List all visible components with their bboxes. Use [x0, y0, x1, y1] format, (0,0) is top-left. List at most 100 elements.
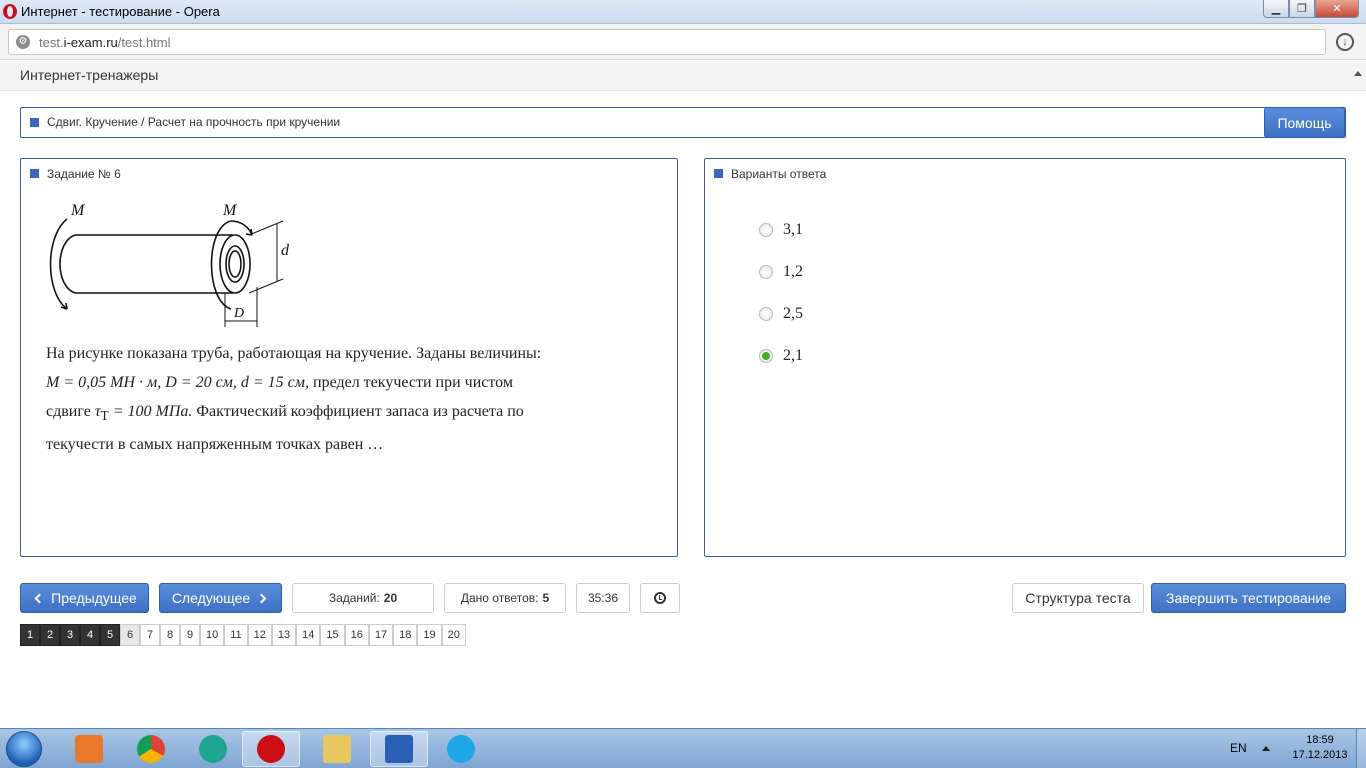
pager-item-13[interactable]: 13	[271, 624, 297, 646]
site-brand[interactable]: Интернет-тренажеры	[20, 67, 158, 83]
next-button[interactable]: Следующее	[159, 583, 282, 613]
question-line-1: На рисунке показана труба, работающая на…	[46, 345, 542, 362]
pager-item-7[interactable]: 7	[140, 624, 160, 646]
answer-radio-3[interactable]	[759, 307, 773, 321]
window-controls: ▁ ❐ ✕	[1263, 0, 1359, 18]
clock-icon	[654, 592, 666, 604]
tasks-count-box: Заданий: 20	[292, 583, 434, 613]
pager-item-20[interactable]: 20	[441, 624, 466, 646]
pager-item-12[interactable]: 12	[247, 624, 272, 646]
yield-stress-math: = 100 МПа.	[112, 403, 193, 420]
pager-item-4[interactable]: 4	[80, 624, 100, 646]
question-line-2-text: предел текучести при чистом	[313, 374, 513, 391]
site-header: Интернет-тренажеры	[0, 61, 1366, 91]
taskbar-skype[interactable]	[432, 731, 490, 767]
answer-radio-2[interactable]	[759, 265, 773, 279]
language-indicator[interactable]: EN	[1230, 741, 1247, 755]
answered-count-value: 5	[542, 591, 550, 605]
question-line-3-text-a: сдвиге	[46, 403, 91, 420]
taskbar-chrome[interactable]	[122, 731, 180, 767]
tray-clock[interactable]: 18:59 17.12.2013	[1290, 733, 1350, 763]
pager-item-3[interactable]: 3	[60, 624, 80, 646]
answers-title: Варианты ответа	[731, 167, 827, 181]
taskbar-media-player[interactable]	[60, 731, 118, 767]
answer-radio-1[interactable]	[759, 223, 773, 237]
answer-option-1[interactable]: 3,1	[759, 221, 803, 239]
pager-item-1[interactable]: 1	[20, 624, 40, 646]
answer-option-4[interactable]: 2,1	[759, 347, 803, 365]
question-pager: 1 2 3 4 5 6 7 8 9 10 11 12 13 14 15 16 17 18 19 20	[20, 624, 466, 646]
finish-test-button[interactable]: Завершить тестирование	[1151, 583, 1346, 613]
media-player-icon	[75, 735, 103, 763]
site-info-icon[interactable]: ⚙	[16, 35, 30, 49]
tray-expand-icon[interactable]	[1262, 746, 1270, 751]
folder-icon	[323, 735, 351, 763]
opera-taskbar-icon	[257, 735, 285, 763]
square-bullet-icon	[714, 169, 723, 178]
tau-subscript: Т	[100, 408, 109, 424]
pager-item-19[interactable]: 19	[417, 624, 442, 646]
window-titlebar: Интернет - тестирование - Opera ▁ ❐ ✕	[0, 0, 1366, 24]
url-field[interactable]: ⚙ test.i-exam.ru/test.html	[8, 29, 1326, 55]
tasks-count-value: 20	[383, 591, 398, 605]
timer-display: 35:36	[576, 583, 630, 613]
answered-count-box: Дано ответов: 5	[444, 583, 566, 613]
task-title: Задание № 6	[47, 167, 121, 181]
scroll-up-icon[interactable]	[1354, 71, 1362, 76]
tray-date: 17.12.2013	[1292, 749, 1348, 761]
pager-item-14[interactable]: 14	[296, 624, 321, 646]
question-line-4: текучести в самых напряженным точках рав…	[46, 436, 384, 454]
topic-title: Сдвиг. Кручение / Расчет на прочность пр…	[47, 115, 341, 129]
minimize-button[interactable]: ▁	[1263, 0, 1289, 18]
pager-item-11[interactable]: 11	[224, 624, 248, 646]
tray-time: 18:59	[1306, 734, 1334, 746]
question-line-3: сдвиге τТ = 100 МПа. Фактический коэффиц…	[46, 397, 656, 430]
taskbar-opera[interactable]	[242, 731, 300, 767]
answer-radio-4[interactable]	[759, 349, 773, 363]
question-text: На рисунке показана труба, работающая на…	[46, 339, 656, 459]
maximize-button[interactable]: ❐	[1289, 0, 1315, 18]
square-bullet-icon	[30, 118, 39, 127]
timer-button[interactable]	[640, 583, 680, 613]
inner-diameter-label: d	[281, 242, 290, 259]
pager-item-16[interactable]: 16	[344, 624, 369, 646]
answer-label-2: 1,2	[783, 263, 803, 280]
help-button[interactable]: Помощь	[1264, 107, 1345, 138]
start-button[interactable]	[6, 731, 42, 767]
taskbar-word[interactable]	[370, 731, 428, 767]
pager-item-15[interactable]: 15	[320, 624, 345, 646]
show-desktop-button[interactable]	[1356, 729, 1366, 768]
taskbar-app[interactable]	[184, 731, 242, 767]
question-line-3-text-b: Фактический коэффициент запаса из расчет…	[196, 403, 524, 420]
question-line-2: M = 0,05 МН · м, D = 20 см, d = 15 см, п…	[46, 368, 656, 397]
test-structure-button[interactable]: Структура теста	[1012, 583, 1144, 613]
pager-item-10[interactable]: 10	[200, 624, 225, 646]
answer-label-3: 2,5	[783, 305, 803, 322]
pager-item-5[interactable]: 5	[100, 624, 120, 646]
pager-item-8[interactable]: 8	[160, 624, 180, 646]
chevron-left-icon	[34, 593, 45, 603]
pager-item-2[interactable]: 2	[40, 624, 60, 646]
pager-item-6[interactable]: 6	[120, 624, 140, 646]
next-label: Следующее	[171, 590, 251, 606]
answer-option-2[interactable]: 1,2	[759, 263, 803, 281]
pager-item-18[interactable]: 18	[393, 624, 418, 646]
download-icon[interactable]: ↓	[1336, 33, 1354, 51]
word-icon	[385, 735, 413, 763]
previous-label: Предыдущее	[51, 590, 137, 606]
pager-item-17[interactable]: 17	[368, 624, 394, 646]
moment-left-label: M	[70, 202, 86, 219]
answered-count-label: Дано ответов:	[460, 591, 539, 605]
answer-label-1: 3,1	[783, 221, 803, 238]
app-icon	[199, 735, 227, 763]
previous-button[interactable]: Предыдущее	[20, 583, 149, 613]
window-title: Интернет - тестирование - Opera	[21, 4, 220, 19]
moment-right-label: M	[222, 202, 238, 219]
answer-option-3[interactable]: 2,5	[759, 305, 803, 323]
pager-item-9[interactable]: 9	[180, 624, 200, 646]
taskbar-explorer[interactable]	[308, 731, 366, 767]
pipe-torsion-figure: M M d D	[49, 202, 290, 327]
answers-panel: Варианты ответа 3,1 1,2 2,5 2,1	[704, 158, 1346, 557]
skype-icon	[447, 735, 475, 763]
close-button[interactable]: ✕	[1315, 0, 1359, 18]
